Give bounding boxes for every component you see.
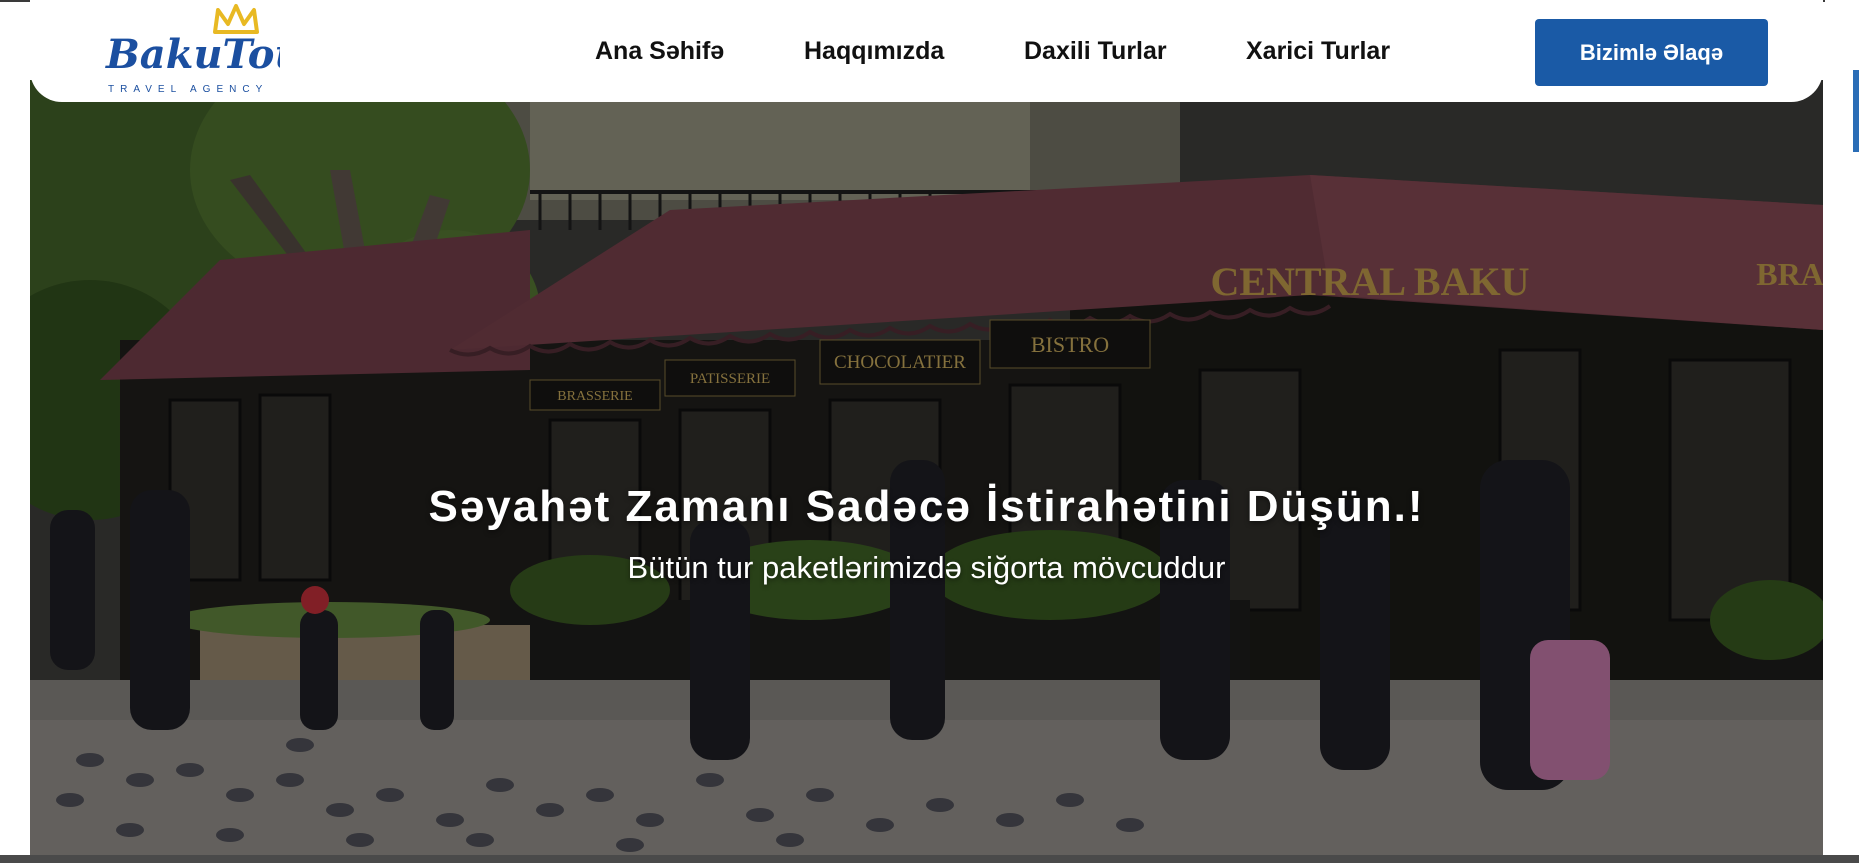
hero-subtitle: Bütün tur paketlərimizdə siğorta mövcudd… <box>627 550 1226 585</box>
logo-graphic: BakuTour TRAVEL AGENCY <box>105 4 327 95</box>
logo-brand-text: BakuTour <box>105 31 280 78</box>
nav-link-about[interactable]: Haqqımızda <box>804 28 944 74</box>
contact-us-button[interactable]: Bizimlə Əlaqə <box>1535 19 1768 86</box>
nav-link-home[interactable]: Ana Səhifə <box>595 28 724 74</box>
page: BRASSERIE PATISSERIE CHOCOLATIER BISTRO … <box>0 0 1859 863</box>
bakutour-logo[interactable]: BakuTour TRAVEL AGENCY <box>100 2 327 98</box>
scrollbar-thumb[interactable] <box>1853 70 1859 152</box>
nav-link-foreign-tours[interactable]: Xarici Turlar <box>1246 28 1390 74</box>
hero-section: BRASSERIE PATISSERIE CHOCOLATIER BISTRO … <box>30 80 1823 855</box>
hero-title: Səyahət Zamanı Sadəcə İstirahətini Düşün… <box>428 482 1425 531</box>
hero-dark-overlay <box>30 80 1823 855</box>
window-bottom-edge <box>0 855 1859 863</box>
scrollbar-track[interactable] <box>1825 0 1859 863</box>
logo-tagline: TRAVEL AGENCY <box>108 84 268 95</box>
site-header: BakuTour TRAVEL AGENCY Ana Səhifə Haqqım… <box>30 0 1823 102</box>
nav-link-domestic-tours[interactable]: Daxili Turlar <box>1024 28 1167 74</box>
